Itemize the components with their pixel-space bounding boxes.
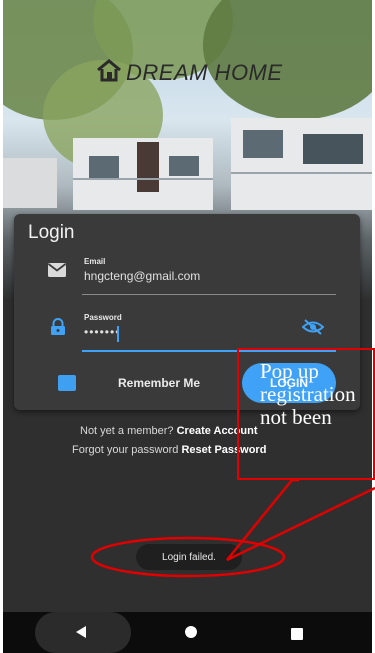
annotation-text: Pop up registration not been (260, 360, 375, 429)
login-title: Login (28, 222, 75, 243)
lock-icon (49, 318, 69, 335)
create-account-line: Not yet a member? Create Account (80, 425, 258, 437)
remember-me-label[interactable]: Remember Me (118, 376, 200, 390)
brand-name: DREAM HOME (126, 60, 283, 85)
app-brand: DREAM HOME (96, 58, 283, 88)
back-triangle-icon[interactable] (74, 624, 88, 643)
remember-me-checkbox[interactable] (58, 375, 76, 391)
toast-message: Login failed. (136, 544, 242, 570)
annotation-line: Pop up (260, 360, 319, 383)
home-circle-icon[interactable] (184, 624, 198, 643)
password-label: Password (84, 313, 122, 322)
forgot-prompt: Forgot your password (72, 444, 179, 456)
annotation-line: registration (260, 382, 356, 406)
email-label: Email (84, 257, 106, 266)
email-underline (82, 294, 336, 295)
mail-icon (47, 262, 67, 278)
member-prompt: Not yet a member? (80, 425, 174, 437)
annotation-line: not been (260, 405, 332, 429)
eye-off-icon[interactable] (301, 318, 325, 336)
password-field[interactable]: ••••••• (84, 325, 120, 339)
house-icon (96, 58, 122, 88)
text-caret (117, 326, 119, 342)
recents-square-icon[interactable] (291, 625, 303, 644)
email-field[interactable]: hngcteng@gmail.com (84, 269, 200, 283)
